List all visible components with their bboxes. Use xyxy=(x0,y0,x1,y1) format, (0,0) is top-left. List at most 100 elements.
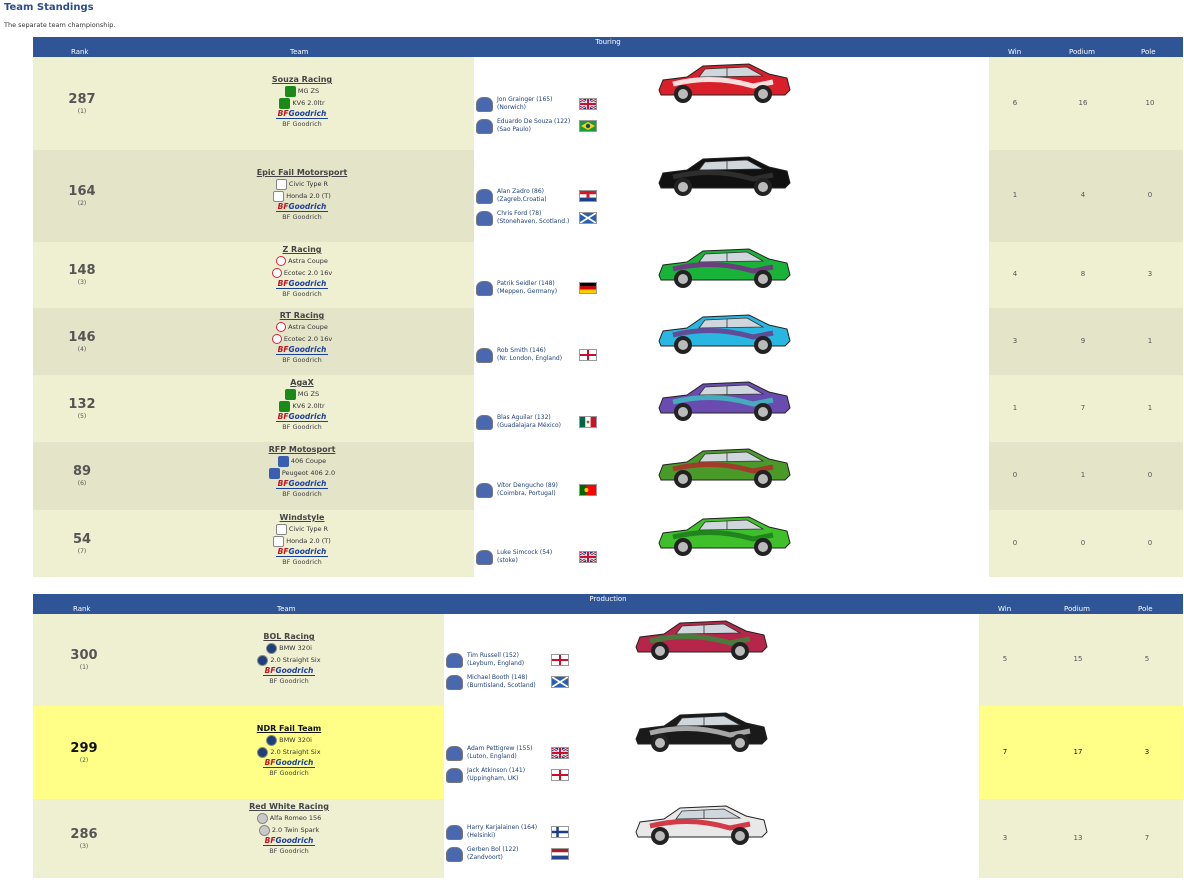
driver-name-link[interactable]: Luke Simcock (54) xyxy=(497,549,573,557)
driver-name-link[interactable]: Vítor Dengucho (89) xyxy=(497,482,573,490)
driver-name-link[interactable]: Tim Russell (152) xyxy=(467,652,545,660)
logo-underline xyxy=(276,421,328,422)
team-name-link[interactable]: Red White Racing xyxy=(219,802,359,811)
pole-count: 7 xyxy=(1144,834,1150,842)
tyre-supplier: BF Goodrich xyxy=(282,356,322,364)
team-cell: Z Racing Astra Coupe Ecotec 2.0 16v BFGoodr… xyxy=(232,245,372,298)
driver-location: (Nr. London, England) xyxy=(497,355,563,362)
win-count: 4 xyxy=(1012,270,1018,278)
bmw-icon xyxy=(266,734,278,746)
touring-header: Touring Rank Team Win Podium Pole xyxy=(33,37,1183,57)
team-position: (1) xyxy=(79,664,89,671)
bfgoodrich-logo: BFGoodrich xyxy=(277,479,327,488)
team-name-link[interactable]: RT Racing xyxy=(232,311,372,320)
team-row: 89 (6) RFP Motosport 406 Coupe Peugeot 406 2… xyxy=(33,442,1183,510)
bmw-icon xyxy=(257,654,269,666)
logo-underline xyxy=(263,767,315,768)
driver-entry: Luke Simcock (54) (stoke) xyxy=(476,549,597,565)
rank-cell: 164 (2) xyxy=(33,184,131,207)
car-model: Astra Coupe xyxy=(288,257,328,265)
pole-column-header: Pole xyxy=(1141,48,1156,56)
driver-name-link[interactable]: Chris Ford (78) xyxy=(497,210,573,218)
bfgoodrich-logo: BFGoodrich xyxy=(277,412,327,421)
driver-entry: Harry Karjalainen (164) (Helsinki) xyxy=(446,824,569,840)
helmet-icon xyxy=(446,824,463,840)
engine-name: 2.0 Straight Six xyxy=(270,748,321,756)
team-name-link[interactable]: NDR Fail Team xyxy=(219,724,359,733)
rank-cell: 286 (3) xyxy=(35,827,133,850)
driver-location: (Luton, England) xyxy=(467,753,517,760)
helmet-icon xyxy=(476,96,493,112)
team-name-link[interactable]: BOL Racing xyxy=(219,632,359,641)
driver-location: (Zagreb,Croatia) xyxy=(497,196,547,203)
podium-count: 7 xyxy=(1080,404,1086,412)
podium-count: 15 xyxy=(1073,655,1083,663)
helmet-icon xyxy=(476,347,493,363)
podium-count: 13 xyxy=(1073,834,1083,842)
peugeot-icon xyxy=(277,455,289,467)
team-position: (5) xyxy=(77,413,87,420)
podium-count: 9 xyxy=(1080,337,1086,345)
driver-name-link[interactable]: Michael Booth (148) xyxy=(467,674,545,682)
driver-name-link[interactable]: Gerben Bol (122) xyxy=(467,846,545,854)
driver-entry: Michael Booth (148) (Burntisland, Scotlan… xyxy=(446,674,569,690)
team-position: (6) xyxy=(77,480,87,487)
pole-count: 1 xyxy=(1147,337,1153,345)
team-position: (2) xyxy=(77,200,87,207)
driver-name-link[interactable]: Eduardo De Souza (122) xyxy=(497,118,573,126)
pole-count: 5 xyxy=(1144,655,1150,663)
pole-column-header: Pole xyxy=(1138,605,1153,613)
team-points: 146 xyxy=(68,330,96,345)
driver-name-link[interactable]: Jack Atkinson (141) xyxy=(467,767,545,775)
helmet-icon xyxy=(476,414,493,430)
driver-location: (Burntisland, Scotland) xyxy=(467,682,536,689)
logo-underline xyxy=(263,675,315,676)
page-title: Team Standings xyxy=(4,2,94,13)
england-flag xyxy=(545,654,569,666)
uk-flag xyxy=(545,747,569,759)
england-flag xyxy=(545,769,569,781)
team-points: 148 xyxy=(68,263,96,278)
podium-column-header: Podium xyxy=(1069,48,1095,56)
helmet-icon xyxy=(446,745,463,761)
production-standings-table: Production Rank Team Win Podium Pole 300 (1) BOL… xyxy=(33,594,1183,878)
engine-name: Peugeot 406 2.0 xyxy=(281,469,336,477)
team-cell: NDR Fail Team BMW 320i 2.0 Straight Six BFG… xyxy=(219,724,359,777)
car-model: 406 Coupe xyxy=(290,457,327,465)
driver-entry: Jon Grainger (165) (Norwich) xyxy=(476,96,597,112)
team-name-link[interactable]: Windstyle xyxy=(232,513,372,522)
team-name-link[interactable]: Epic Fail Motorsport xyxy=(232,168,372,177)
win-count: 3 xyxy=(1012,337,1018,345)
team-name-link[interactable]: Z Racing xyxy=(232,245,372,254)
team-points: 132 xyxy=(68,397,96,412)
team-name-link[interactable]: AgaX xyxy=(232,378,372,387)
driver-name-link[interactable]: Rob Smith (146) xyxy=(497,347,573,355)
driver-name-link[interactable]: Alan Zadro (86) xyxy=(497,188,573,196)
bfgoodrich-logo: BFGoodrich xyxy=(264,666,314,675)
team-cell: RT Racing Astra Coupe Ecotec 2.0 16v BFGood… xyxy=(232,311,372,364)
pole-count: 0 xyxy=(1147,191,1153,199)
driver-location: (stoke) xyxy=(497,557,518,564)
podium-column-header: Podium xyxy=(1064,605,1090,613)
team-name-link[interactable]: Souza Racing xyxy=(232,75,372,84)
driver-name-link[interactable]: Patrik Seidler (148) xyxy=(497,280,573,288)
car-livery-image xyxy=(653,311,793,357)
netherlands-flag xyxy=(545,848,569,860)
tyre-supplier: BF Goodrich xyxy=(282,290,322,298)
driver-name-link[interactable]: Blas Aguilar (132) xyxy=(497,414,573,422)
team-position: (7) xyxy=(77,548,87,555)
car-model: BMW 320i xyxy=(279,644,312,652)
team-points: 89 xyxy=(72,464,92,479)
car-model: Civic Type R xyxy=(288,180,329,188)
driver-name-link[interactable]: Harry Karjalainen (164) xyxy=(467,824,545,832)
win-count: 3 xyxy=(1002,834,1008,842)
driver-name-link[interactable]: Jon Grainger (165) xyxy=(497,96,573,104)
scotland-flag xyxy=(573,212,597,224)
team-row: 299 (2) NDR Fail Team BMW 320i 2.0 Straight … xyxy=(33,706,1183,799)
team-name-link[interactable]: RFP Motosport xyxy=(232,445,372,454)
win-count: 0 xyxy=(1012,471,1018,479)
podium-count: 8 xyxy=(1080,270,1086,278)
podium-count: 4 xyxy=(1080,191,1086,199)
driver-name-link[interactable]: Adam Pettigrew (155) xyxy=(467,745,545,753)
driver-location: (Uppingham, UK) xyxy=(467,775,519,782)
